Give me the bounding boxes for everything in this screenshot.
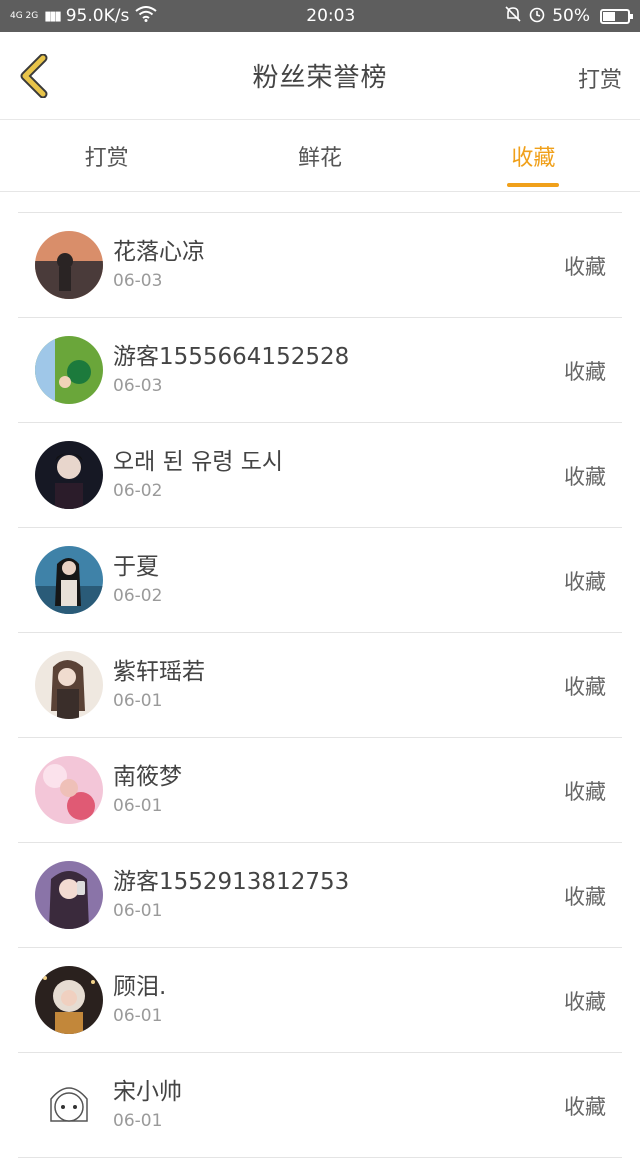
avatar <box>35 231 103 299</box>
list-item[interactable]: 오래 된 유령 도시 06-02 收藏 <box>18 423 622 528</box>
fan-date: 06-02 <box>113 586 163 606</box>
fan-name: 宋小帅 <box>113 1079 182 1105</box>
list-item[interactable]: 于夏 06-02 收藏 <box>18 528 622 633</box>
fan-name: 紫轩瑶若 <box>113 659 205 685</box>
status-bar: 4G 2G ▮▮▮ 95.0K/s 20:03 50% <box>0 0 640 32</box>
network-speed: 95.0K/s <box>65 6 130 26</box>
fan-date: 06-01 <box>113 1006 163 1026</box>
favorite-label: 收藏 <box>564 255 606 279</box>
tab-bar: 打赏 鲜花 收藏 <box>0 120 640 192</box>
fan-name: 游客15556641​52528 <box>113 344 350 370</box>
fan-name: 오래 된 유령 도시 <box>113 449 284 475</box>
clock: 20:03 <box>306 6 356 26</box>
fan-date: 06-01 <box>113 796 163 816</box>
back-button[interactable] <box>14 54 54 98</box>
list-item[interactable]: 顾泪. 06-01 收藏 <box>18 948 622 1053</box>
list-item[interactable]: 紫轩瑶若 06-01 收藏 <box>18 633 622 738</box>
favorite-label: 收藏 <box>564 780 606 804</box>
fan-name: 游客15529138127​53 <box>113 869 350 895</box>
fan-name: 花落心凉 <box>113 239 205 265</box>
favorite-label: 收藏 <box>564 1095 606 1119</box>
mute-bell-icon <box>504 5 522 28</box>
fan-date: 06-01 <box>113 901 163 921</box>
avatar <box>35 966 103 1034</box>
avatar <box>35 861 103 929</box>
list-item[interactable]: 游客15529138127​53 06-01 收藏 <box>18 843 622 948</box>
list-item[interactable]: 宋小帅 06-01 收藏 <box>18 1053 622 1158</box>
fan-name: 顾泪. <box>113 974 167 1000</box>
avatar <box>35 1071 103 1139</box>
fan-date: 06-01 <box>113 1111 163 1131</box>
avatar <box>35 336 103 404</box>
favorite-label: 收藏 <box>564 675 606 699</box>
nav-bar: 粉丝荣誉榜 打赏 <box>0 32 640 120</box>
favorite-label: 收藏 <box>564 990 606 1014</box>
favorite-label: 收藏 <box>564 570 606 594</box>
fan-date: 06-03 <box>113 376 163 396</box>
battery-percent: 50% <box>552 6 590 26</box>
list-item[interactable]: 游客15556641​52528 06-03 收藏 <box>18 318 622 423</box>
chevron-left-icon <box>20 54 48 98</box>
tab-reward[interactable]: 打赏 <box>0 120 213 191</box>
avatar <box>35 651 103 719</box>
favorite-label: 收藏 <box>564 360 606 384</box>
list-item[interactable]: 花落心凉 06-03 收藏 <box>18 213 622 318</box>
tab-flowers[interactable]: 鲜花 <box>213 120 426 191</box>
reward-button[interactable]: 打赏 <box>578 62 622 94</box>
avatar <box>35 546 103 614</box>
battery-icon <box>600 8 633 24</box>
fan-date: 06-02 <box>113 481 163 501</box>
page-title: 粉丝荣誉榜 <box>252 63 388 93</box>
list-item[interactable]: 南筱梦 06-01 收藏 <box>18 738 622 843</box>
tab-favorites[interactable]: 收藏 <box>427 120 640 191</box>
avatar <box>35 441 103 509</box>
fan-date: 06-01 <box>113 691 163 711</box>
status-left: 4G 2G ▮▮▮ 95.0K/s <box>10 5 157 27</box>
avatar <box>35 756 103 824</box>
wifi-icon <box>135 5 157 27</box>
fan-name: 南筱梦 <box>113 764 182 790</box>
fan-date: 06-03 <box>113 271 163 291</box>
signal-icon: ▮▮▮ <box>44 8 62 24</box>
fan-name: 于夏 <box>113 554 159 580</box>
status-right: 50% <box>504 5 633 28</box>
network-type: 4G 2G <box>10 10 39 21</box>
favorite-label: 收藏 <box>564 465 606 489</box>
alarm-icon <box>528 5 546 28</box>
fan-list: 花落心凉 06-03 收藏 游客15556641​52528 06-03 收藏 … <box>18 212 622 1158</box>
favorite-label: 收藏 <box>564 885 606 909</box>
